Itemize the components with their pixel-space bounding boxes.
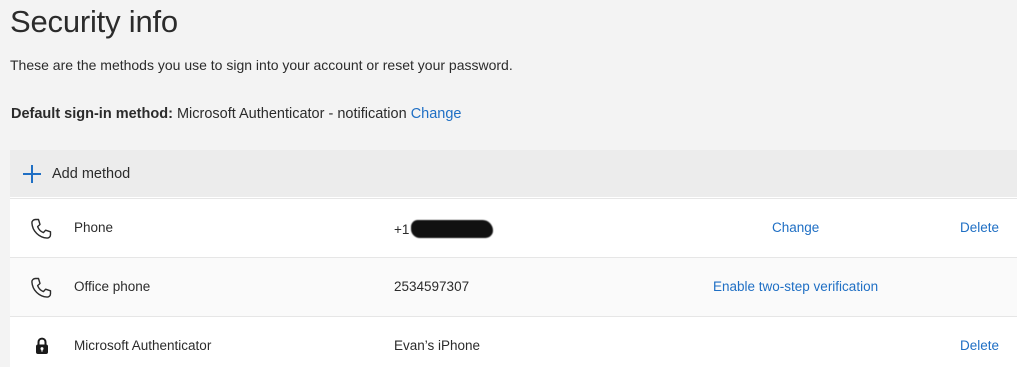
default-method-change-link[interactable]: Change (411, 106, 462, 122)
methods-panel: Add method Phone +1 Change Delete Office… (10, 150, 1017, 367)
page-title: Security info (10, 4, 178, 39)
method-detail: 2534597307 (394, 279, 470, 294)
change-phone-link[interactable]: Change (772, 220, 819, 235)
plus-icon (23, 164, 41, 183)
page-subtitle: These are the methods you use to sign in… (10, 57, 513, 73)
enable-two-step-verification-link[interactable]: Enable two-step verification (713, 279, 878, 294)
method-name: Microsoft Authenticator (74, 338, 212, 353)
default-method-label: Default sign-in method: (11, 106, 173, 122)
security-info-page: Security info These are the methods you … (0, 0, 1017, 367)
phone-icon (31, 277, 52, 298)
redacted-phone-number (411, 220, 494, 238)
phone-number-prefix: +1 (394, 222, 410, 237)
add-method-button[interactable]: Add method (10, 150, 1017, 197)
method-row-authenticator: Microsoft Authenticator Evan’s iPhone De… (10, 316, 1017, 367)
add-method-label: Add method (52, 165, 131, 182)
delete-phone-link[interactable]: Delete (960, 220, 999, 235)
delete-authenticator-link[interactable]: Delete (960, 338, 999, 353)
method-name: Office phone (74, 279, 151, 294)
method-row-phone: Phone +1 Change Delete (10, 198, 1017, 257)
method-row-office-phone: Office phone 2534597307 Enable two-step … (10, 257, 1017, 316)
lock-icon (36, 337, 48, 354)
method-detail: Evan’s iPhone (394, 338, 481, 353)
phone-icon (31, 218, 52, 239)
default-sign-in-method: Default sign-in method: Microsoft Authen… (11, 106, 461, 122)
method-detail: +1 (394, 220, 494, 238)
method-name: Phone (74, 220, 114, 235)
default-method-value: Microsoft Authenticator - notification (176, 106, 407, 122)
